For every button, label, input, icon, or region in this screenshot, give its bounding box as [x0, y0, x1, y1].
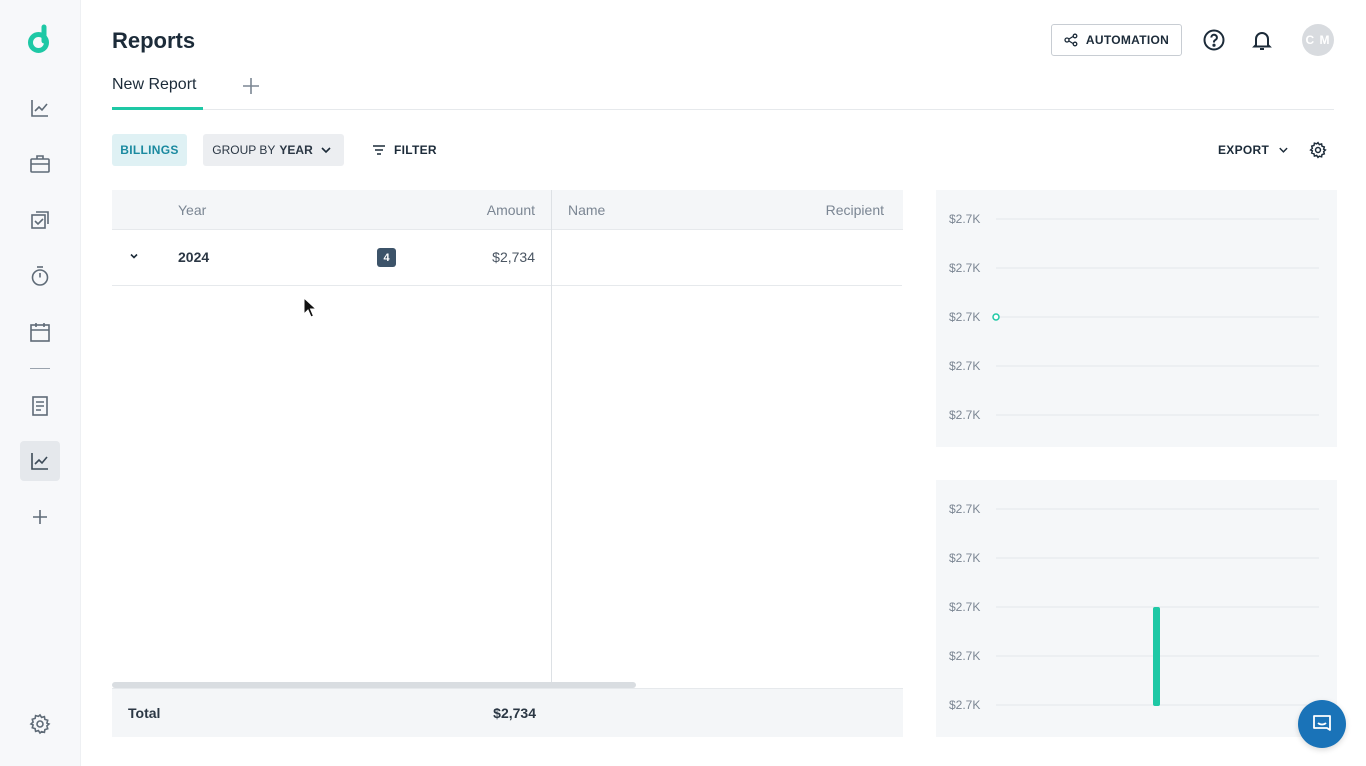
- billings-label: BILLINGS: [120, 143, 179, 157]
- report-table: Year Amount Name Recipient 2024 4 $2,734…: [112, 190, 903, 737]
- y-tick-label: $2.7K: [949, 600, 980, 614]
- sidebar-item-documents[interactable]: [20, 386, 60, 426]
- sidebar-item-time[interactable]: [20, 256, 60, 296]
- gear-icon: [29, 713, 51, 735]
- group-by-value: YEAR: [279, 143, 313, 157]
- sidebar: [0, 0, 81, 766]
- automation-button[interactable]: AUTOMATION: [1051, 24, 1182, 56]
- filter-icon: [373, 145, 385, 155]
- table-header: Year Amount Name Recipient: [112, 190, 903, 230]
- y-tick-label: $2.7K: [949, 698, 980, 712]
- chat-button[interactable]: [1298, 700, 1346, 748]
- table-row[interactable]: 2024 4 $2,734: [112, 230, 902, 286]
- y-tick-label: $2.7K: [949, 261, 980, 275]
- row-count-badge: 4: [377, 248, 396, 267]
- line-chart-icon: [31, 453, 48, 470]
- tabs-divider: [112, 109, 1334, 110]
- export-dropdown[interactable]: EXPORT: [1218, 134, 1290, 166]
- bar-chart-canvas: $2.7K $2.7K $2.7K $2.7K $2.7K: [949, 502, 1319, 712]
- automation-icon: [1064, 33, 1078, 47]
- row-amount: $2,734: [492, 249, 535, 265]
- bar: [1153, 607, 1160, 706]
- line-chart-canvas: $2.7K $2.7K $2.7K $2.7K $2.7K: [949, 212, 1319, 422]
- tab-new-report[interactable]: New Report: [112, 76, 196, 94]
- total-label: Total: [128, 705, 161, 721]
- plus-icon: [33, 510, 47, 524]
- tasks-icon: [31, 211, 49, 229]
- data-point: [992, 313, 1000, 321]
- chevron-down-icon: [1279, 147, 1288, 153]
- row-year: 2024: [178, 249, 210, 265]
- sidebar-divider: [30, 368, 50, 369]
- export-label: EXPORT: [1218, 143, 1270, 157]
- y-tick-label: $2.7K: [949, 310, 980, 324]
- sidebar-item-settings[interactable]: [20, 704, 60, 744]
- y-tick-label: $2.7K: [949, 551, 980, 565]
- y-tick-label: $2.7K: [949, 408, 980, 422]
- sidebar-item-projects[interactable]: [20, 144, 60, 184]
- app-logo[interactable]: [24, 24, 56, 56]
- help-icon[interactable]: [1202, 28, 1226, 52]
- group-by-prefix: GROUP BY: [212, 143, 276, 157]
- column-header-amount[interactable]: Amount: [487, 202, 535, 218]
- automation-label: AUTOMATION: [1085, 33, 1170, 47]
- calendar-icon: [30, 323, 50, 342]
- column-header-year[interactable]: Year: [178, 202, 206, 218]
- line-chart: $2.7K $2.7K $2.7K $2.7K $2.7K: [936, 190, 1337, 447]
- bell-icon[interactable]: [1250, 28, 1274, 52]
- mouse-cursor-icon: [303, 297, 317, 318]
- sidebar-item-calendar[interactable]: [20, 312, 60, 352]
- sidebar-item-tasks[interactable]: [20, 200, 60, 240]
- chevron-down-icon[interactable]: [128, 250, 140, 262]
- chat-icon: [1313, 715, 1331, 731]
- sidebar-item-reports[interactable]: [20, 441, 60, 481]
- group-by-dropdown[interactable]: GROUP BY YEAR: [203, 134, 344, 166]
- stopwatch-icon: [31, 266, 49, 286]
- y-tick-label: $2.7K: [949, 502, 980, 516]
- filter-label: FILTER: [394, 143, 437, 157]
- sidebar-item-add[interactable]: [20, 497, 60, 537]
- sidebar-item-analytics[interactable]: [20, 88, 60, 128]
- briefcase-icon: [30, 155, 50, 173]
- chevron-down-icon: [321, 147, 331, 154]
- column-header-name[interactable]: Name: [568, 202, 605, 218]
- y-tick-label: $2.7K: [949, 212, 980, 226]
- document-icon: [32, 396, 48, 416]
- total-amount: $2,734: [493, 705, 536, 721]
- billings-button[interactable]: BILLINGS: [112, 134, 187, 166]
- filter-button[interactable]: FILTER: [370, 134, 440, 166]
- report-settings-icon[interactable]: [1309, 141, 1327, 159]
- add-tab-icon[interactable]: [241, 76, 261, 96]
- line-chart-icon: [31, 100, 48, 117]
- column-divider[interactable]: [551, 190, 552, 737]
- active-tab-indicator: [112, 107, 203, 110]
- avatar[interactable]: C M: [1302, 24, 1334, 56]
- page-title: Reports: [112, 28, 196, 53]
- bar-chart: $2.7K $2.7K $2.7K $2.7K $2.7K: [936, 480, 1337, 737]
- column-header-recipient[interactable]: Recipient: [826, 202, 884, 218]
- y-tick-label: $2.7K: [949, 359, 980, 373]
- y-tick-label: $2.7K: [949, 649, 980, 663]
- table-footer: Total $2,734: [112, 688, 903, 737]
